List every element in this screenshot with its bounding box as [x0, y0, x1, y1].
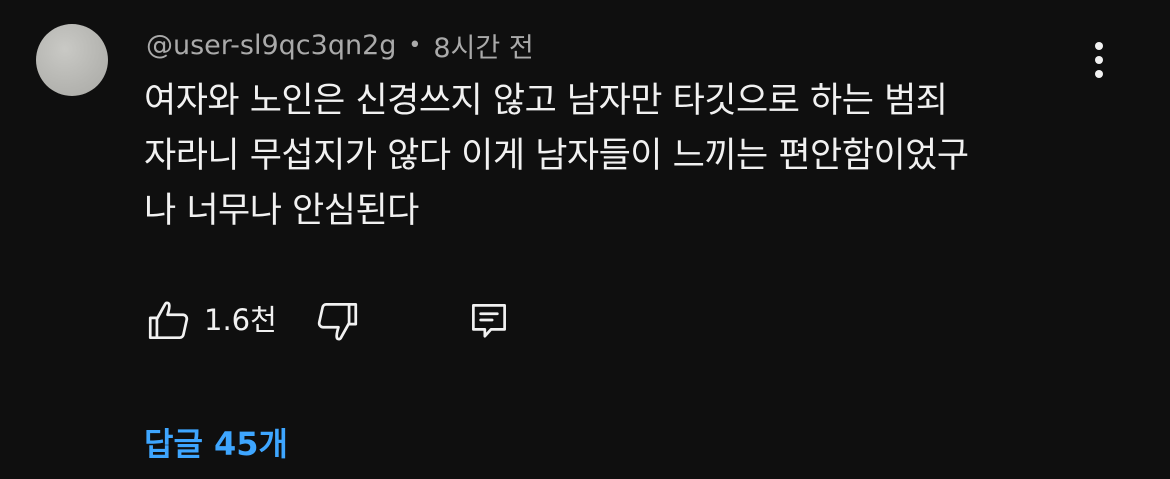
avatar[interactable]: [36, 24, 108, 96]
reply-button[interactable]: [464, 296, 514, 346]
more-vertical-icon-dot: [1095, 70, 1103, 78]
comment-time[interactable]: 8시간 전: [433, 26, 533, 65]
comment-header: @user-sl9qc3qn2g • 8시간 전: [146, 26, 534, 64]
comment-card: @user-sl9qc3qn2g • 8시간 전 여자와 노인은 신경쓰지 않고…: [0, 0, 1170, 479]
like-count: 1.6천: [204, 303, 277, 337]
comment-line: 자라니 무섭지가 않다 이게 남자들이 느끼는 편안함이었구: [144, 136, 969, 176]
meta-separator: •: [408, 32, 422, 58]
thumbs-down-icon: [317, 302, 358, 341]
dislike-button[interactable]: [312, 296, 362, 346]
comment-line: 나 너무나 안심된다: [144, 191, 419, 231]
comment-line: 여자와 노인은 신경쓰지 않고 남자만 타깃으로 하는 범죄: [144, 81, 948, 121]
comment-reply-icon: [472, 304, 506, 338]
like-button[interactable]: [144, 296, 194, 346]
replies-toggle[interactable]: 답글 45개: [144, 422, 288, 466]
thumbs-up-icon: [148, 301, 189, 340]
more-vertical-icon: [1095, 42, 1103, 50]
author-name[interactable]: @user-sl9qc3qn2g: [146, 30, 396, 61]
more-vertical-icon-dot: [1095, 56, 1103, 64]
comment-text: 여자와 노인은 신경쓰지 않고 남자만 타깃으로 하는 범죄 자라니 무섭지가 …: [144, 74, 1094, 239]
